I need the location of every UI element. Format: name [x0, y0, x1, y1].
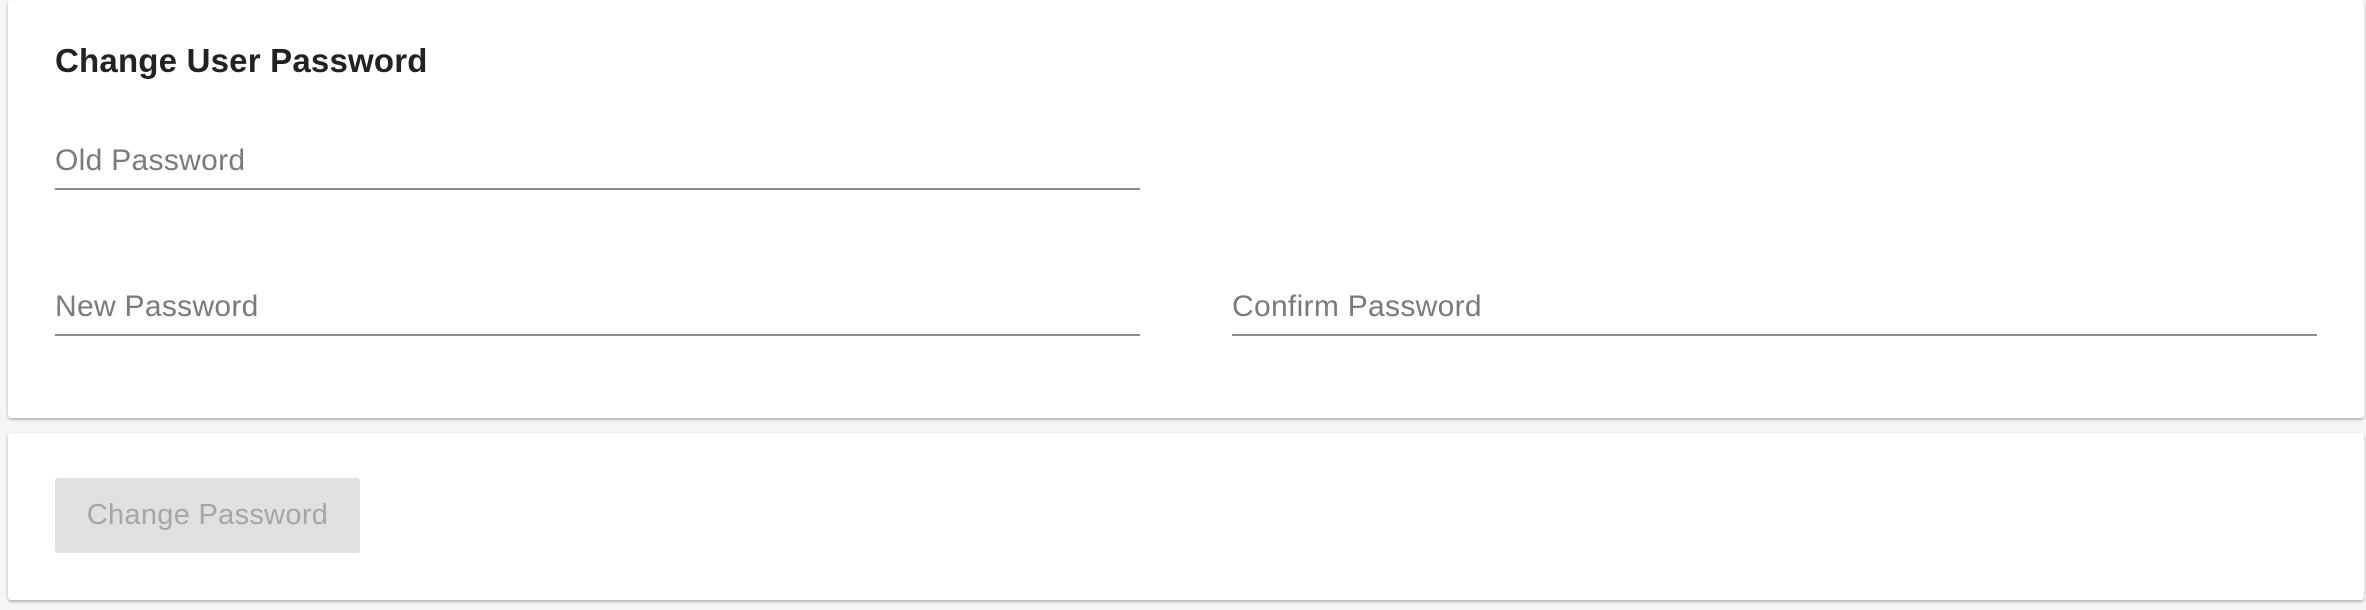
new-password-input[interactable]	[55, 290, 1140, 334]
change-password-page: Change User Password Old Password New Pa…	[0, 0, 2366, 610]
password-form-card: Change User Password Old Password New Pa…	[8, 0, 2364, 418]
change-password-button[interactable]: Change Password	[55, 478, 360, 553]
confirm-password-field[interactable]: Confirm Password	[1232, 290, 2317, 336]
actions-card: Change Password	[8, 433, 2364, 600]
confirm-password-input[interactable]	[1232, 290, 2317, 334]
old-password-field[interactable]: Old Password	[55, 144, 1140, 190]
form-title: Change User Password	[55, 42, 428, 79]
old-password-input[interactable]	[55, 144, 1140, 188]
new-password-field[interactable]: New Password	[55, 290, 1140, 336]
